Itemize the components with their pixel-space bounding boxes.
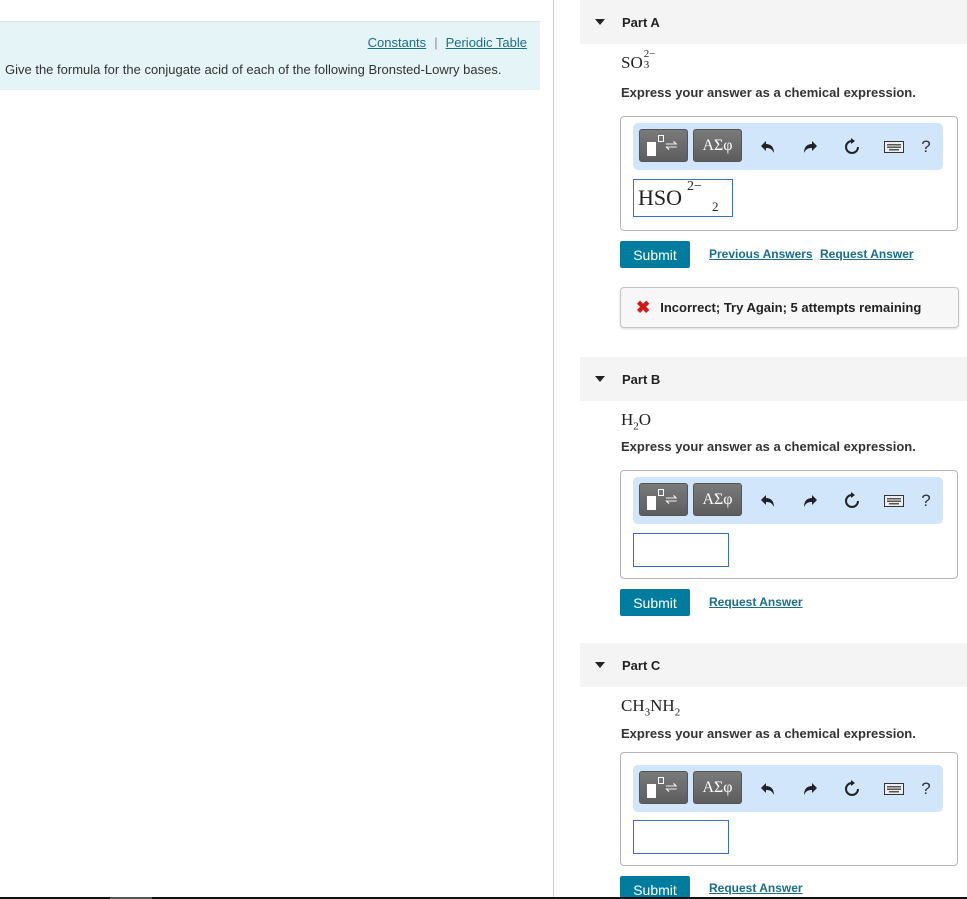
formula-sub: 2 — [674, 706, 681, 719]
answer-main-text: HSO — [638, 185, 683, 210]
equilibrium-arrows-icon: ⇌ — [665, 137, 678, 154]
template-icon — [647, 496, 656, 510]
panel-divider — [553, 0, 554, 899]
templates-button[interactable]: ⇌ — [639, 483, 688, 516]
undo-icon[interactable] — [757, 779, 779, 799]
reset-icon[interactable] — [841, 779, 863, 799]
feedback-incorrect: ✖ Incorrect; Try Again; 5 attempts remai… — [620, 287, 959, 328]
part-a-answer-box: ⇌ ΑΣφ ? HSO 2− 2 — [620, 116, 958, 231]
part-b-answer-input[interactable] — [633, 533, 729, 567]
collapse-triangle-icon — [595, 19, 605, 25]
part-c-header[interactable]: Part C — [580, 643, 967, 687]
collapse-triangle-icon — [595, 662, 605, 668]
reset-icon[interactable] — [841, 137, 863, 157]
part-c-title: Part C — [622, 657, 661, 673]
equilibrium-arrows-icon: ⇌ — [665, 491, 678, 508]
part-c-request-answer-link[interactable]: Request Answer — [709, 881, 803, 895]
template-icon — [647, 142, 656, 156]
previous-answers-link[interactable]: Previous Answers — [709, 247, 813, 261]
template-slot-icon — [658, 489, 664, 496]
help-button[interactable]: ? — [915, 491, 937, 511]
part-a-header[interactable]: Part A — [580, 0, 967, 44]
equation-toolbar: ⇌ ΑΣφ ? — [633, 123, 943, 170]
templates-button[interactable]: ⇌ — [639, 771, 688, 804]
undo-icon[interactable] — [757, 137, 779, 157]
feedback-message: Incorrect; Try Again; 5 attempts remaini… — [660, 300, 922, 315]
help-button[interactable]: ? — [915, 779, 937, 799]
formula-part: CH — [621, 696, 645, 715]
part-b-formula: H2O — [621, 410, 651, 432]
equation-toolbar: ⇌ ΑΣφ ? — [633, 765, 943, 812]
constants-link[interactable]: Constants — [368, 35, 427, 50]
part-a-submit-button[interactable]: Submit — [620, 241, 690, 268]
help-button[interactable]: ? — [915, 137, 937, 157]
instructions-text: Give the formula for the conjugate acid … — [5, 62, 502, 77]
reset-icon[interactable] — [841, 491, 863, 511]
redo-icon[interactable] — [799, 137, 821, 157]
templates-button[interactable]: ⇌ — [639, 129, 688, 162]
formula-part: O — [638, 410, 652, 429]
formula-sub: 3 — [643, 59, 650, 71]
symbols-button[interactable]: ΑΣφ — [693, 129, 742, 162]
collapse-triangle-icon — [595, 376, 605, 382]
part-b-submit-button[interactable]: Submit — [620, 589, 690, 616]
error-x-icon: ✖ — [636, 297, 651, 317]
equation-toolbar: ⇌ ΑΣφ ? — [633, 477, 943, 524]
part-b-request-answer-link[interactable]: Request Answer — [709, 595, 803, 609]
part-b-answer-box: ⇌ ΑΣφ ? — [620, 470, 958, 579]
answer-superscript: 2− — [687, 179, 702, 194]
keyboard-icon[interactable] — [883, 491, 905, 511]
redo-icon[interactable] — [799, 491, 821, 511]
formula-part: NH — [650, 696, 675, 715]
template-slot-icon — [658, 135, 664, 142]
periodic-table-link[interactable]: Periodic Table — [446, 35, 527, 50]
redo-icon[interactable] — [799, 779, 821, 799]
answer-subscript: 2 — [712, 199, 719, 214]
part-b-title: Part B — [622, 371, 661, 387]
template-icon — [647, 784, 656, 798]
symbols-button[interactable]: ΑΣφ — [693, 483, 742, 516]
part-c-answer-box: ⇌ ΑΣφ ? — [620, 752, 958, 866]
part-a-formula: SO 2− 3 — [621, 48, 656, 73]
undo-icon[interactable] — [757, 491, 779, 511]
part-a-prompt: Express your answer as a chemical expres… — [621, 85, 916, 100]
link-separator: | — [434, 35, 438, 50]
template-slot-icon — [658, 777, 664, 784]
part-a-request-answer-link[interactable]: Request Answer — [820, 247, 914, 261]
keyboard-icon[interactable] — [883, 137, 905, 157]
problem-intro-panel: Constants | Periodic Table Give the formul… — [0, 21, 540, 90]
part-c-prompt: Express your answer as a chemical expres… — [621, 726, 916, 741]
part-a-answer-input[interactable]: HSO 2− 2 — [633, 179, 733, 217]
part-b-header[interactable]: Part B — [580, 357, 967, 401]
part-c-answer-input[interactable] — [633, 820, 729, 854]
formula-charge: 2− 3 — [643, 48, 656, 71]
symbols-button[interactable]: ΑΣφ — [693, 771, 742, 804]
keyboard-icon[interactable] — [883, 779, 905, 799]
part-c-formula: CH3NH2 — [621, 696, 680, 718]
equilibrium-arrows-icon: ⇌ — [665, 779, 678, 796]
formula-part: H — [621, 410, 634, 429]
formula-base: SO — [621, 53, 643, 72]
part-b-prompt: Express your answer as a chemical expres… — [621, 439, 916, 454]
part-c-submit-button[interactable]: Submit — [620, 876, 690, 899]
resource-links: Constants | Periodic Table — [368, 35, 527, 50]
part-a-title: Part A — [622, 14, 660, 30]
